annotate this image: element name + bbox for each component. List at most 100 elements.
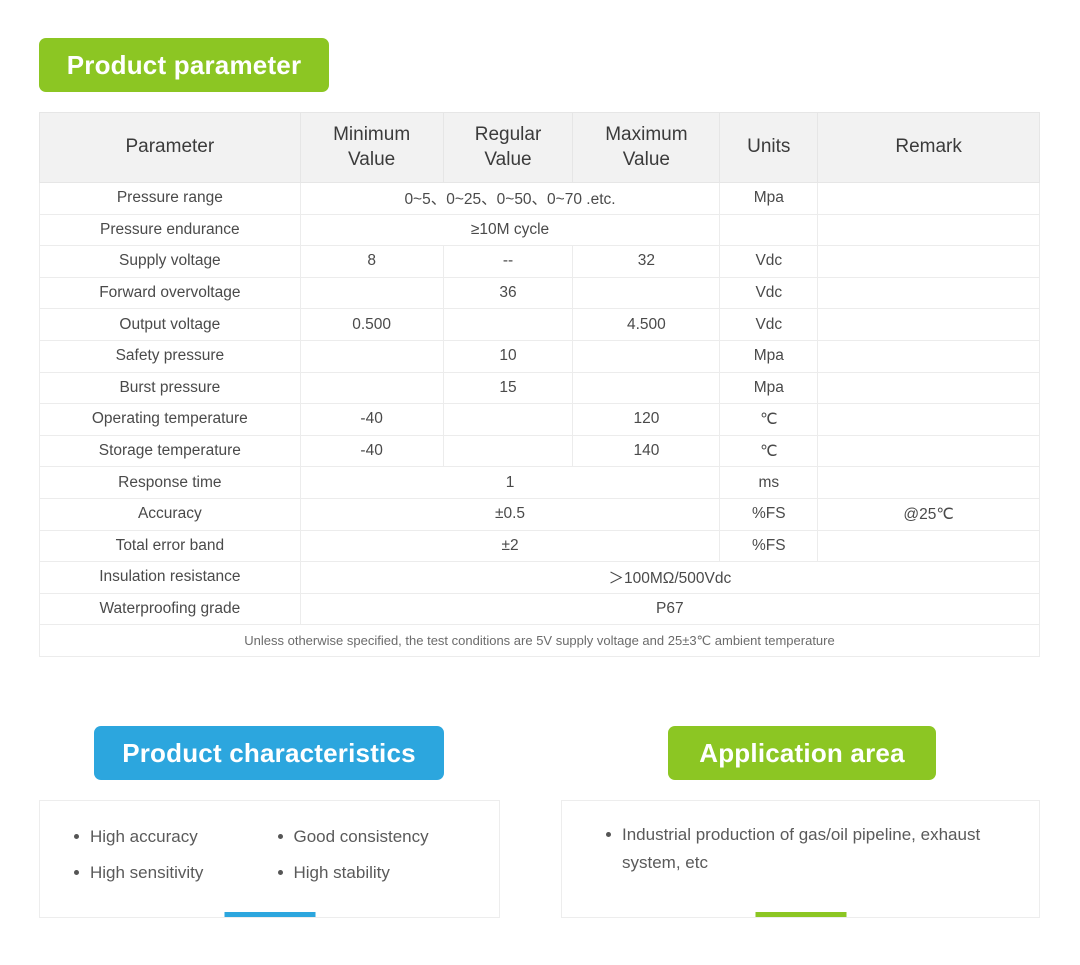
cell-parameter: Pressure endurance <box>39 213 301 247</box>
column-header-remark: Remark <box>817 112 1040 183</box>
column-header-units: Units <box>719 112 819 183</box>
section-title-application-area: Application area <box>668 726 936 780</box>
cell-parameter: Operating temperature <box>39 403 301 436</box>
column-header-parameter: Parameter <box>39 112 301 183</box>
cell-maximum-value: 120 <box>572 403 721 436</box>
cell-remark <box>817 308 1040 341</box>
cell-remark <box>817 182 1040 215</box>
cell-regular-value: 15 <box>442 371 574 405</box>
cell-minimum-value <box>299 339 444 373</box>
characteristics-list: High accuracy Good consistency High sensit… <box>40 801 499 887</box>
cell-parameter: Response time <box>39 466 301 499</box>
cell-remark <box>817 434 1040 468</box>
table-footnote: Unless otherwise specified, the test con… <box>39 624 1040 657</box>
bullet-label: High stability <box>293 863 390 883</box>
cell-parameter: Accuracy <box>39 497 301 531</box>
cell-parameter: Total error band <box>39 529 301 563</box>
bullet-dot-icon <box>74 834 79 839</box>
cell-parameter: Safety pressure <box>39 339 301 373</box>
table-body: Pressure range 0~5、0~25、0~50、0~70 .etc. Mp… <box>39 182 1041 657</box>
cell-units: ℃ <box>719 434 819 468</box>
cell-units: %FS <box>719 497 819 531</box>
cell-regular-value: 10 <box>442 339 574 373</box>
bullet-dot-icon <box>606 832 611 837</box>
cell-remark <box>817 403 1040 436</box>
table-row: Pressure endurance ≥10M cycle <box>39 213 1040 247</box>
cell-units: Mpa <box>719 371 819 405</box>
cell-maximum-value: 4.500 <box>572 308 721 341</box>
table-row: Storage temperature -40 140 ℃ <box>39 434 1040 468</box>
cell-units: Vdc <box>719 245 819 278</box>
cell-parameter: Forward overvoltage <box>39 276 301 310</box>
cell-value-merged: ≥10M cycle <box>299 213 721 247</box>
column-header-regular-value: Regular Value <box>442 112 574 183</box>
column-header-regular-line1: Regular <box>474 124 542 146</box>
characteristic-item: High stability <box>277 859 482 887</box>
cell-maximum-value <box>572 371 721 405</box>
card-accent-bar-blue <box>224 912 315 917</box>
column-header-minimum-value: Minimum Value <box>299 112 444 183</box>
cell-remark <box>817 371 1040 405</box>
table-row: Burst pressure 15 Mpa <box>39 371 1040 405</box>
column-header-maximum-line2: Value <box>622 148 670 170</box>
cell-value-merged: ±0.5 <box>299 497 721 531</box>
cell-minimum-value <box>299 371 444 405</box>
cell-remark <box>817 213 1040 247</box>
cell-units: %FS <box>719 529 819 563</box>
column-header-minimum-line1: Minimum <box>333 124 411 146</box>
cell-parameter: Waterproofing grade <box>39 592 301 626</box>
cell-value-merged: 1 <box>299 466 721 499</box>
cell-units: Mpa <box>719 182 819 215</box>
cell-parameter: Burst pressure <box>39 371 301 405</box>
bullet-label: Good consistency <box>293 827 429 846</box>
cell-regular-value: -- <box>442 245 574 278</box>
cell-maximum-value <box>572 339 721 373</box>
cell-units: ms <box>719 466 819 499</box>
bullet-dot-icon <box>74 870 79 876</box>
cell-units: Vdc <box>719 276 819 310</box>
cell-value-merged: ＞100MΩ/500Vdc <box>299 561 1041 594</box>
product-characteristics-card: High accuracy Good consistency High sensit… <box>39 800 500 918</box>
bullet-label: Industrial production of gas/oil pipelin… <box>622 825 981 873</box>
cell-remark: @25℃ <box>817 497 1040 531</box>
table-row: Pressure range 0~5、0~25、0~50、0~70 .etc. Mp… <box>39 182 1040 215</box>
table-row: Total error band ±2 %FS <box>39 529 1040 563</box>
characteristic-item: High accuracy <box>74 823 278 851</box>
bullet-label: High sensitivity <box>90 863 204 883</box>
bullet-dot-icon <box>277 834 283 839</box>
cell-value-merged: P67 <box>299 592 1041 626</box>
table-row: Accuracy ±0.5 %FS @25℃ <box>39 497 1040 531</box>
application-area-card: Industrial production of gas/oil pipelin… <box>561 800 1040 918</box>
table-row: Output voltage 0.500 4.500 Vdc <box>39 308 1040 341</box>
table-row: Supply voltage 8 -- 32 Vdc <box>39 245 1040 278</box>
table-row: Safety pressure 10 Mpa <box>39 339 1040 373</box>
cell-maximum-value <box>572 276 721 310</box>
cell-regular-value: 36 <box>442 276 574 310</box>
application-item: Industrial production of gas/oil pipelin… <box>606 821 1017 877</box>
cell-units: Mpa <box>719 339 819 373</box>
cell-value-merged: 0~5、0~25、0~50、0~70 .etc. <box>299 182 721 215</box>
cell-minimum-value: -40 <box>299 434 444 468</box>
cell-regular-value <box>442 308 574 341</box>
table-row: Response time 1 ms <box>39 466 1040 499</box>
cell-minimum-value: 0.500 <box>299 308 444 341</box>
table-row: Waterproofing grade P67 <box>39 592 1041 626</box>
cell-regular-value <box>442 403 574 436</box>
cell-remark <box>817 276 1040 310</box>
cell-parameter: Pressure range <box>39 182 301 215</box>
product-parameter-table: Parameter Minimum Value Regular Value Ma… <box>39 112 1041 657</box>
cell-units: Vdc <box>719 308 819 341</box>
cell-remark <box>817 529 1040 563</box>
cell-remark <box>817 245 1040 278</box>
table-footnote-row: Unless otherwise specified, the test con… <box>39 624 1040 657</box>
cell-remark <box>817 339 1040 373</box>
column-header-minimum-line2: Value <box>348 148 396 170</box>
table-row: Insulation resistance ＞100MΩ/500Vdc <box>39 561 1041 594</box>
table-header: Parameter Minimum Value Regular Value Ma… <box>39 112 1040 183</box>
cell-value-merged: ±2 <box>299 529 721 563</box>
table-row: Forward overvoltage 36 Vdc <box>39 276 1040 310</box>
cell-parameter: Supply voltage <box>39 245 301 278</box>
section-title-product-characteristics: Product characteristics <box>94 726 444 780</box>
cell-maximum-value: 140 <box>572 434 721 468</box>
cell-minimum-value: 8 <box>299 245 444 278</box>
